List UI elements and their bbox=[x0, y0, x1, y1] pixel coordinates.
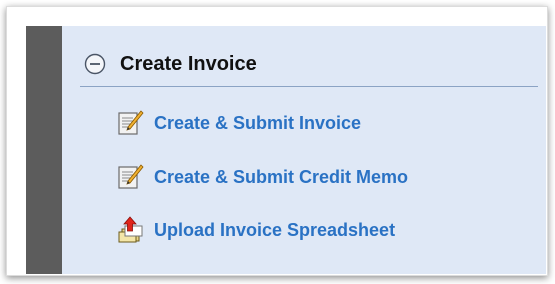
create-invoice-panel: Create Invoice Create & Submit Invoice C… bbox=[62, 26, 546, 274]
screenshot-frame: Create Invoice Create & Submit Invoice C… bbox=[6, 6, 548, 276]
menu-item-label[interactable]: Upload Invoice Spreadsheet bbox=[154, 220, 395, 241]
side-strip bbox=[26, 26, 62, 274]
upload-documents-icon bbox=[118, 216, 143, 243]
section-title: Create Invoice bbox=[120, 52, 257, 75]
edit-document-icon bbox=[118, 110, 144, 135]
menu-item-label[interactable]: Create & Submit Invoice bbox=[154, 113, 361, 134]
section-header[interactable]: Create Invoice bbox=[80, 42, 538, 87]
collapse-minus-icon[interactable] bbox=[84, 53, 106, 75]
create-submit-credit-memo-link[interactable]: Create & Submit Credit Memo bbox=[116, 163, 408, 191]
create-submit-invoice-link[interactable]: Create & Submit Invoice bbox=[116, 109, 361, 137]
edit-document-icon bbox=[118, 164, 144, 189]
upload-invoice-spreadsheet-link[interactable]: Upload Invoice Spreadsheet bbox=[116, 216, 395, 244]
menu-item-label[interactable]: Create & Submit Credit Memo bbox=[154, 167, 408, 188]
